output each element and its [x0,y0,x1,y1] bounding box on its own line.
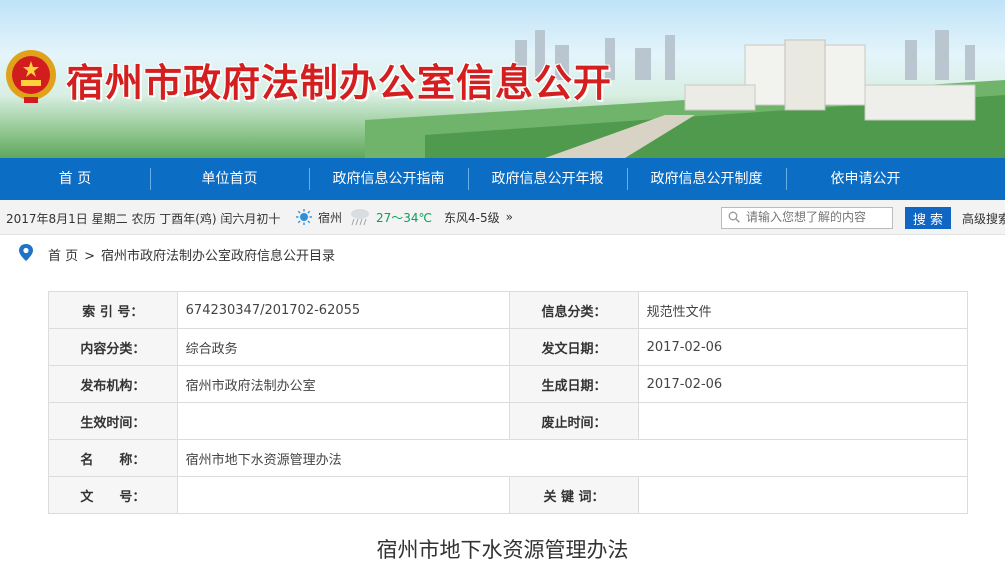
issue-date-value: 2017-02-06 [637,328,969,366]
abolish-time-label: 废止时间： [509,402,639,440]
content-category-value: 综合政务 [176,328,511,366]
current-date: 2017年8月1日 星期二 农历 丁酉年(鸡) 闰六月初十 [6,212,281,226]
document-metadata-table: 索 引 号： 674230347/201702-62055 信息分类： 规范性文… [48,291,969,514]
table-row: 名 称： 宿州市地下水资源管理办法 [48,439,969,477]
nav-annual-report[interactable]: 政府信息公开年报 [468,158,627,200]
site-title: 宿州市政府法制办公室信息公开 [66,61,613,105]
breadcrumb-current[interactable]: 宿州市政府法制办公室政府信息公开目录 [101,249,335,264]
nav-disclosure-guide[interactable]: 政府信息公开指南 [309,158,468,200]
main-nav: 首 页 单位首页 政府信息公开指南 政府信息公开年报 政府信息公开制度 依申请公… [0,158,1005,200]
keywords-label: 关 键 词： [509,476,639,514]
nav-unit-home[interactable]: 单位首页 [150,158,309,200]
weather-city: 宿州 [318,210,343,225]
weather-widget: 宿州 27～34℃ 东风4-5级 » [296,208,513,226]
document-title: 宿州市地下水资源管理办法 [376,538,629,562]
advanced-search-link[interactable]: 高级搜索 [962,210,1005,227]
index-no-label: 索 引 号： [48,291,178,329]
national-emblem-icon [6,50,56,103]
nav-home[interactable]: 首 页 [0,158,150,200]
info-category-label: 信息分类： [509,291,639,329]
issue-date-label: 发文日期： [509,328,639,366]
weather-temperature: 27～34℃ [376,210,433,225]
publisher-label: 发布机构： [48,365,178,403]
content-category-label: 内容分类： [48,328,178,366]
table-row: 索 引 号： 674230347/201702-62055 信息分类： 规范性文… [48,291,969,329]
table-row: 发布机构： 宿州市政府法制办公室 生成日期： 2017-02-06 [48,365,969,403]
publisher-value: 宿州市政府法制办公室 [176,365,511,403]
generated-date-value: 2017-02-06 [637,365,969,403]
thunder-rain-icon [351,209,370,226]
doc-number-value [176,476,511,514]
breadcrumb-separator: > [84,249,96,264]
keywords-value [637,476,969,514]
generated-date-label: 生成日期： [509,365,639,403]
doc-name-value: 宿州市地下水资源管理办法 [176,439,969,477]
table-row: 生效时间： 废止时间： [48,402,969,440]
breadcrumb-home[interactable]: 首 页 [48,249,78,264]
effective-time-value [176,402,511,440]
search-button[interactable]: 搜 索 [905,207,951,229]
header-banner: 宿州市政府法制办公室信息公开 [0,0,1005,158]
effective-time-label: 生效时间： [48,402,178,440]
abolish-time-value [637,402,969,440]
info-bar: 2017年8月1日 星期二 农历 丁酉年(鸡) 闰六月初十 宿州 27～34℃ … [0,200,1005,235]
index-no-value: 674230347/201702-62055 [176,291,511,329]
nav-disclosure-system[interactable]: 政府信息公开制度 [627,158,786,200]
nav-apply-disclosure[interactable]: 依申请公开 [786,158,945,200]
doc-number-label: 文 号： [48,476,178,514]
weather-more-link[interactable]: » [506,210,513,224]
breadcrumb: 首 页 > 宿州市政府法制办公室政府信息公开目录 [0,236,1005,268]
doc-name-label: 名 称： [48,439,178,477]
search-box [721,207,893,229]
info-category-value: 规范性文件 [637,291,969,329]
search-icon [728,211,740,223]
weather-wind: 东风4-5级 [444,210,500,225]
location-pin-icon [19,244,33,261]
table-row: 文 号： 关 键 词： [48,476,969,514]
search-input[interactable] [746,209,886,225]
table-row: 内容分类： 综合政务 发文日期： 2017-02-06 [48,328,969,366]
sun-icon [296,209,312,225]
